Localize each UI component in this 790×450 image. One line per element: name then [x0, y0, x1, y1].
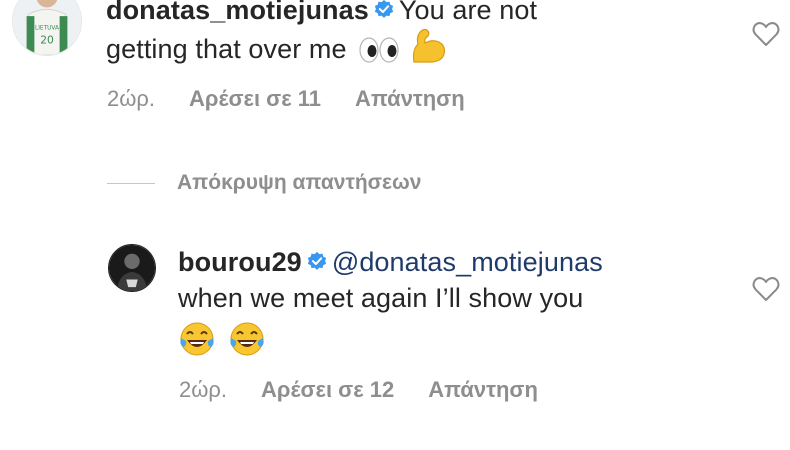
like-heart-icon[interactable]	[752, 276, 780, 302]
comment-text-part2: getting that over me	[106, 34, 347, 64]
username-donatas[interactable]: donatas_motiejunas	[106, 0, 369, 25]
username-bourou[interactable]: bourou29	[178, 247, 302, 277]
comment-text-part1: You are not	[398, 0, 538, 25]
flexed-biceps-emoji-icon	[412, 28, 445, 63]
hide-replies-label: Απόκρυψη απαντήσεων	[177, 171, 422, 194]
comment-text-part2: when we meet again I’ll show you	[178, 283, 584, 313]
comment-body-2: bourou29 @donatas_motiejunas when we meet…	[178, 244, 738, 361]
likes-count-link[interactable]: Αρέσει σε 11	[189, 86, 321, 111]
svg-text:20: 20	[40, 33, 54, 46]
eyes-emoji-icon	[359, 37, 399, 63]
tears-of-joy-emoji-icon	[229, 322, 264, 356]
mention-link[interactable]: @donatas_motiejunas	[332, 247, 603, 277]
comment-time: 2ώρ.	[107, 86, 156, 111]
verified-badge-icon	[374, 0, 394, 18]
comment-meta-2: 2ώρ. Αρέσει σε 12 Απάντηση	[179, 377, 572, 403]
svg-text:LIETUVA: LIETUVA	[35, 26, 59, 32]
like-heart-icon[interactable]	[752, 21, 780, 47]
comment-line-2: getting that over me	[106, 28, 726, 67]
comment-time: 2ώρ.	[179, 377, 228, 402]
comment-meta-1: 2ώρ. Αρέσει σε 11 Απάντηση	[107, 86, 499, 112]
hide-replies-toggle[interactable]: Απόκρυψη απαντήσεων	[107, 171, 421, 195]
reply-button[interactable]: Απάντηση	[355, 86, 465, 111]
comment-line-3	[178, 320, 738, 361]
comment-line-1: bourou29 @donatas_motiejunas	[178, 244, 738, 280]
verified-badge-icon	[307, 251, 326, 270]
reply-button[interactable]: Απάντηση	[428, 377, 538, 402]
likes-count-link[interactable]: Αρέσει σε 12	[261, 377, 394, 402]
tears-of-joy-emoji-icon	[180, 322, 214, 356]
comment-line-1: donatas_motiejunas You are not	[106, 0, 726, 28]
avatar-bourou[interactable]	[108, 244, 156, 292]
avatar-donatas[interactable]: LIETUVA 20	[12, 0, 82, 56]
comment-line-2: when we meet again I’ll show you	[178, 280, 738, 316]
divider-line	[107, 182, 155, 184]
comment-body-1: donatas_motiejunas You are not getting th…	[106, 0, 726, 67]
